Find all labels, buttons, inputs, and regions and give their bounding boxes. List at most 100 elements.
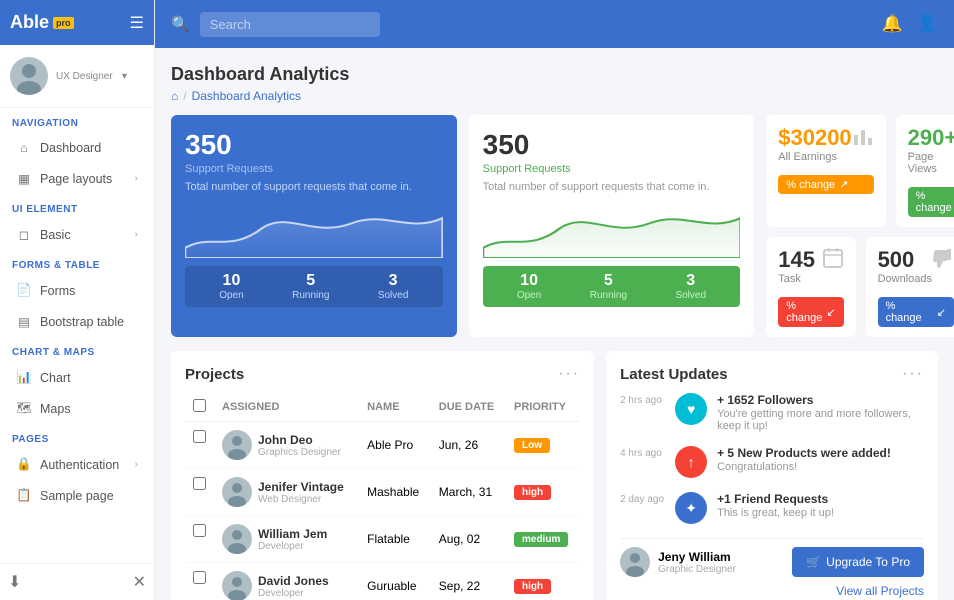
- person-avatar: [222, 477, 252, 507]
- page-header: Dashboard Analytics ⌂ / Dashboard Analyt…: [171, 64, 938, 103]
- breadcrumb-home-icon[interactable]: ⌂: [171, 89, 178, 103]
- row-checkbox[interactable]: [193, 430, 206, 443]
- update-profile: Jeny William Graphic Designer 🛒 Upgrade …: [620, 538, 924, 577]
- file2-icon: 📋: [16, 488, 32, 503]
- user-icon[interactable]: 👤: [917, 14, 938, 34]
- row-checkbox[interactable]: [193, 477, 206, 490]
- updates-more-button[interactable]: ···: [902, 365, 924, 383]
- stat-footer-item-running-g: 5 Running: [590, 272, 627, 301]
- chevron-right-icon: ›: [135, 229, 138, 240]
- col-assigned: ASSIGNED: [214, 393, 359, 422]
- sidebar-item-chart[interactable]: 📊 Chart: [4, 363, 150, 392]
- sidebar-footer: ⬇ ✕: [0, 563, 154, 600]
- sidebar-item-maps[interactable]: 🗺 Maps: [4, 394, 150, 423]
- bell-icon[interactable]: 🔔: [882, 14, 903, 34]
- updates-list: 2 hrs ago ♥ + 1652 Followers You're gett…: [620, 393, 924, 524]
- stat-card-support-blue: 350 Support Requests Total number of sup…: [171, 115, 457, 337]
- avatar: [10, 57, 48, 95]
- upgrade-button[interactable]: 🛒 Upgrade To Pro: [792, 547, 924, 577]
- ui-section-label: UI Element: [0, 194, 154, 219]
- task-label: Task: [778, 273, 815, 285]
- due-date: Sep, 22: [431, 563, 506, 600]
- sidebar-header: Ablepro ☰: [0, 0, 154, 45]
- sidebar-item-dashboard[interactable]: ⌂ Dashboard: [4, 134, 150, 162]
- mini-card-task: 145 Task % change ↙: [766, 237, 855, 337]
- updates-card: Latest Updates ··· 2 hrs ago ♥ + 1652 Fo…: [606, 351, 938, 600]
- profile-name[interactable]: UX Designer ▾: [56, 69, 127, 83]
- profile-avatar: [620, 547, 650, 577]
- sidebar-item-basic[interactable]: ◻ Basic ›: [4, 220, 150, 249]
- layout-icon: ▦: [16, 171, 32, 186]
- project-name: Flatable: [359, 516, 431, 563]
- update-desc: You're getting more and more followers, …: [717, 408, 924, 432]
- row-checkbox[interactable]: [193, 524, 206, 537]
- stat-footer-green: 10 Open 5 Running 3 Solved: [483, 266, 741, 307]
- person-name: Jenifer Vintage: [258, 480, 344, 494]
- task-badge[interactable]: % change ↙: [778, 297, 843, 327]
- person-info: William Jem Developer: [258, 527, 327, 552]
- sidebar-profile: UX Designer ▾: [0, 45, 154, 108]
- bottom-row: Projects ··· ASSIGNED NAME DUE DATE PRIO…: [171, 351, 938, 600]
- stat-card-support-green: 350 Support Requests Total number of sup…: [469, 115, 755, 337]
- sidebar-item-sample-page[interactable]: 📋 Sample page: [4, 481, 150, 510]
- pageviews-badge[interactable]: % change ↗: [908, 187, 954, 217]
- update-item: 2 hrs ago ♥ + 1652 Followers You're gett…: [620, 393, 924, 432]
- sidebar-item-forms[interactable]: 📄 Forms: [4, 276, 150, 305]
- pageviews-num: 290+: [908, 125, 954, 151]
- mini-card-earnings: $30200 All Earnings % change ↗: [766, 115, 885, 227]
- update-desc: Congratulations!: [717, 461, 891, 473]
- chart-icon: 📊: [16, 370, 32, 385]
- profile-role: Graphic Designer: [658, 564, 736, 575]
- view-all: View all Projects: [620, 583, 924, 598]
- updates-card-header: Latest Updates ···: [620, 365, 924, 383]
- close-icon[interactable]: ✕: [133, 572, 146, 592]
- chevron-right-icon: ›: [135, 459, 138, 470]
- stat-label-blue: Support Requests: [185, 163, 443, 175]
- person-info: John Deo Graphics Designer: [258, 433, 341, 458]
- col-due: DUE DATE: [431, 393, 506, 422]
- stat-desc-blue: Total number of support requests that co…: [185, 181, 443, 193]
- due-date: Aug, 02: [431, 516, 506, 563]
- profile-info: Jeny William Graphic Designer: [658, 550, 736, 575]
- downloads-badge[interactable]: % change ↙: [878, 297, 954, 327]
- view-all-link[interactable]: View all Projects: [836, 584, 924, 598]
- sidebar-item-authentication[interactable]: 🔒 Authentication ›: [4, 450, 150, 479]
- content-area: Dashboard Analytics ⌂ / Dashboard Analyt…: [155, 48, 954, 600]
- lock-icon: 🔒: [16, 457, 32, 472]
- stat-footer-blue: 10 Open 5 Running 3 Solved: [185, 266, 443, 307]
- arrow-down-icon: ↙: [826, 306, 835, 319]
- stat-num-blue: 350: [185, 129, 443, 161]
- page-title: Dashboard Analytics: [171, 64, 938, 85]
- person-name: David Jones: [258, 574, 329, 588]
- sidebar-item-page-layouts[interactable]: ▦ Page layouts ›: [4, 164, 150, 193]
- stat-footer-item-solved: 3 Solved: [378, 272, 409, 301]
- priority-badge: high: [514, 485, 551, 500]
- person-role: Graphics Designer: [258, 447, 341, 458]
- stat-footer-item-solved-g: 3 Solved: [675, 272, 706, 301]
- search-icon: 🔍: [171, 15, 190, 33]
- sidebar-logo: Ablepro: [10, 12, 74, 33]
- projects-more-button[interactable]: ···: [558, 365, 580, 383]
- row-checkbox[interactable]: [193, 571, 206, 584]
- pageviews-label: Page Views: [908, 151, 954, 175]
- cart-icon: 🛒: [806, 555, 821, 569]
- sidebar-hamburger[interactable]: ☰: [130, 13, 144, 33]
- chart-section-label: Chart & Maps: [0, 337, 154, 362]
- main-panel: 🔍 🔔 👤 Dashboard Analytics ⌂ / Dashboard …: [155, 0, 954, 600]
- download-icon[interactable]: ⬇: [8, 572, 21, 592]
- sidebar-item-bootstrap-table[interactable]: ▤ Bootstrap table: [4, 307, 150, 336]
- search-input[interactable]: [200, 12, 380, 37]
- arrow-up-icon: ↗: [839, 178, 848, 191]
- table-row: David Jones Developer Guruable Sep, 22 h…: [185, 563, 580, 600]
- thumbs-down-icon: [932, 247, 954, 275]
- stats-row: 350 Support Requests Total number of sup…: [171, 115, 938, 337]
- priority-badge: Low: [514, 438, 550, 453]
- update-title: +1 Friend Requests: [717, 492, 834, 506]
- earnings-badge[interactable]: % change ↗: [778, 175, 873, 194]
- table-row: William Jem Developer Flatable Aug, 02 m…: [185, 516, 580, 563]
- stat-num-green: 350: [483, 129, 741, 161]
- due-date: March, 31: [431, 469, 506, 516]
- update-title: + 5 New Products were added!: [717, 446, 891, 460]
- select-all-checkbox[interactable]: [193, 399, 206, 412]
- stat-label-green: Support Requests: [483, 163, 741, 175]
